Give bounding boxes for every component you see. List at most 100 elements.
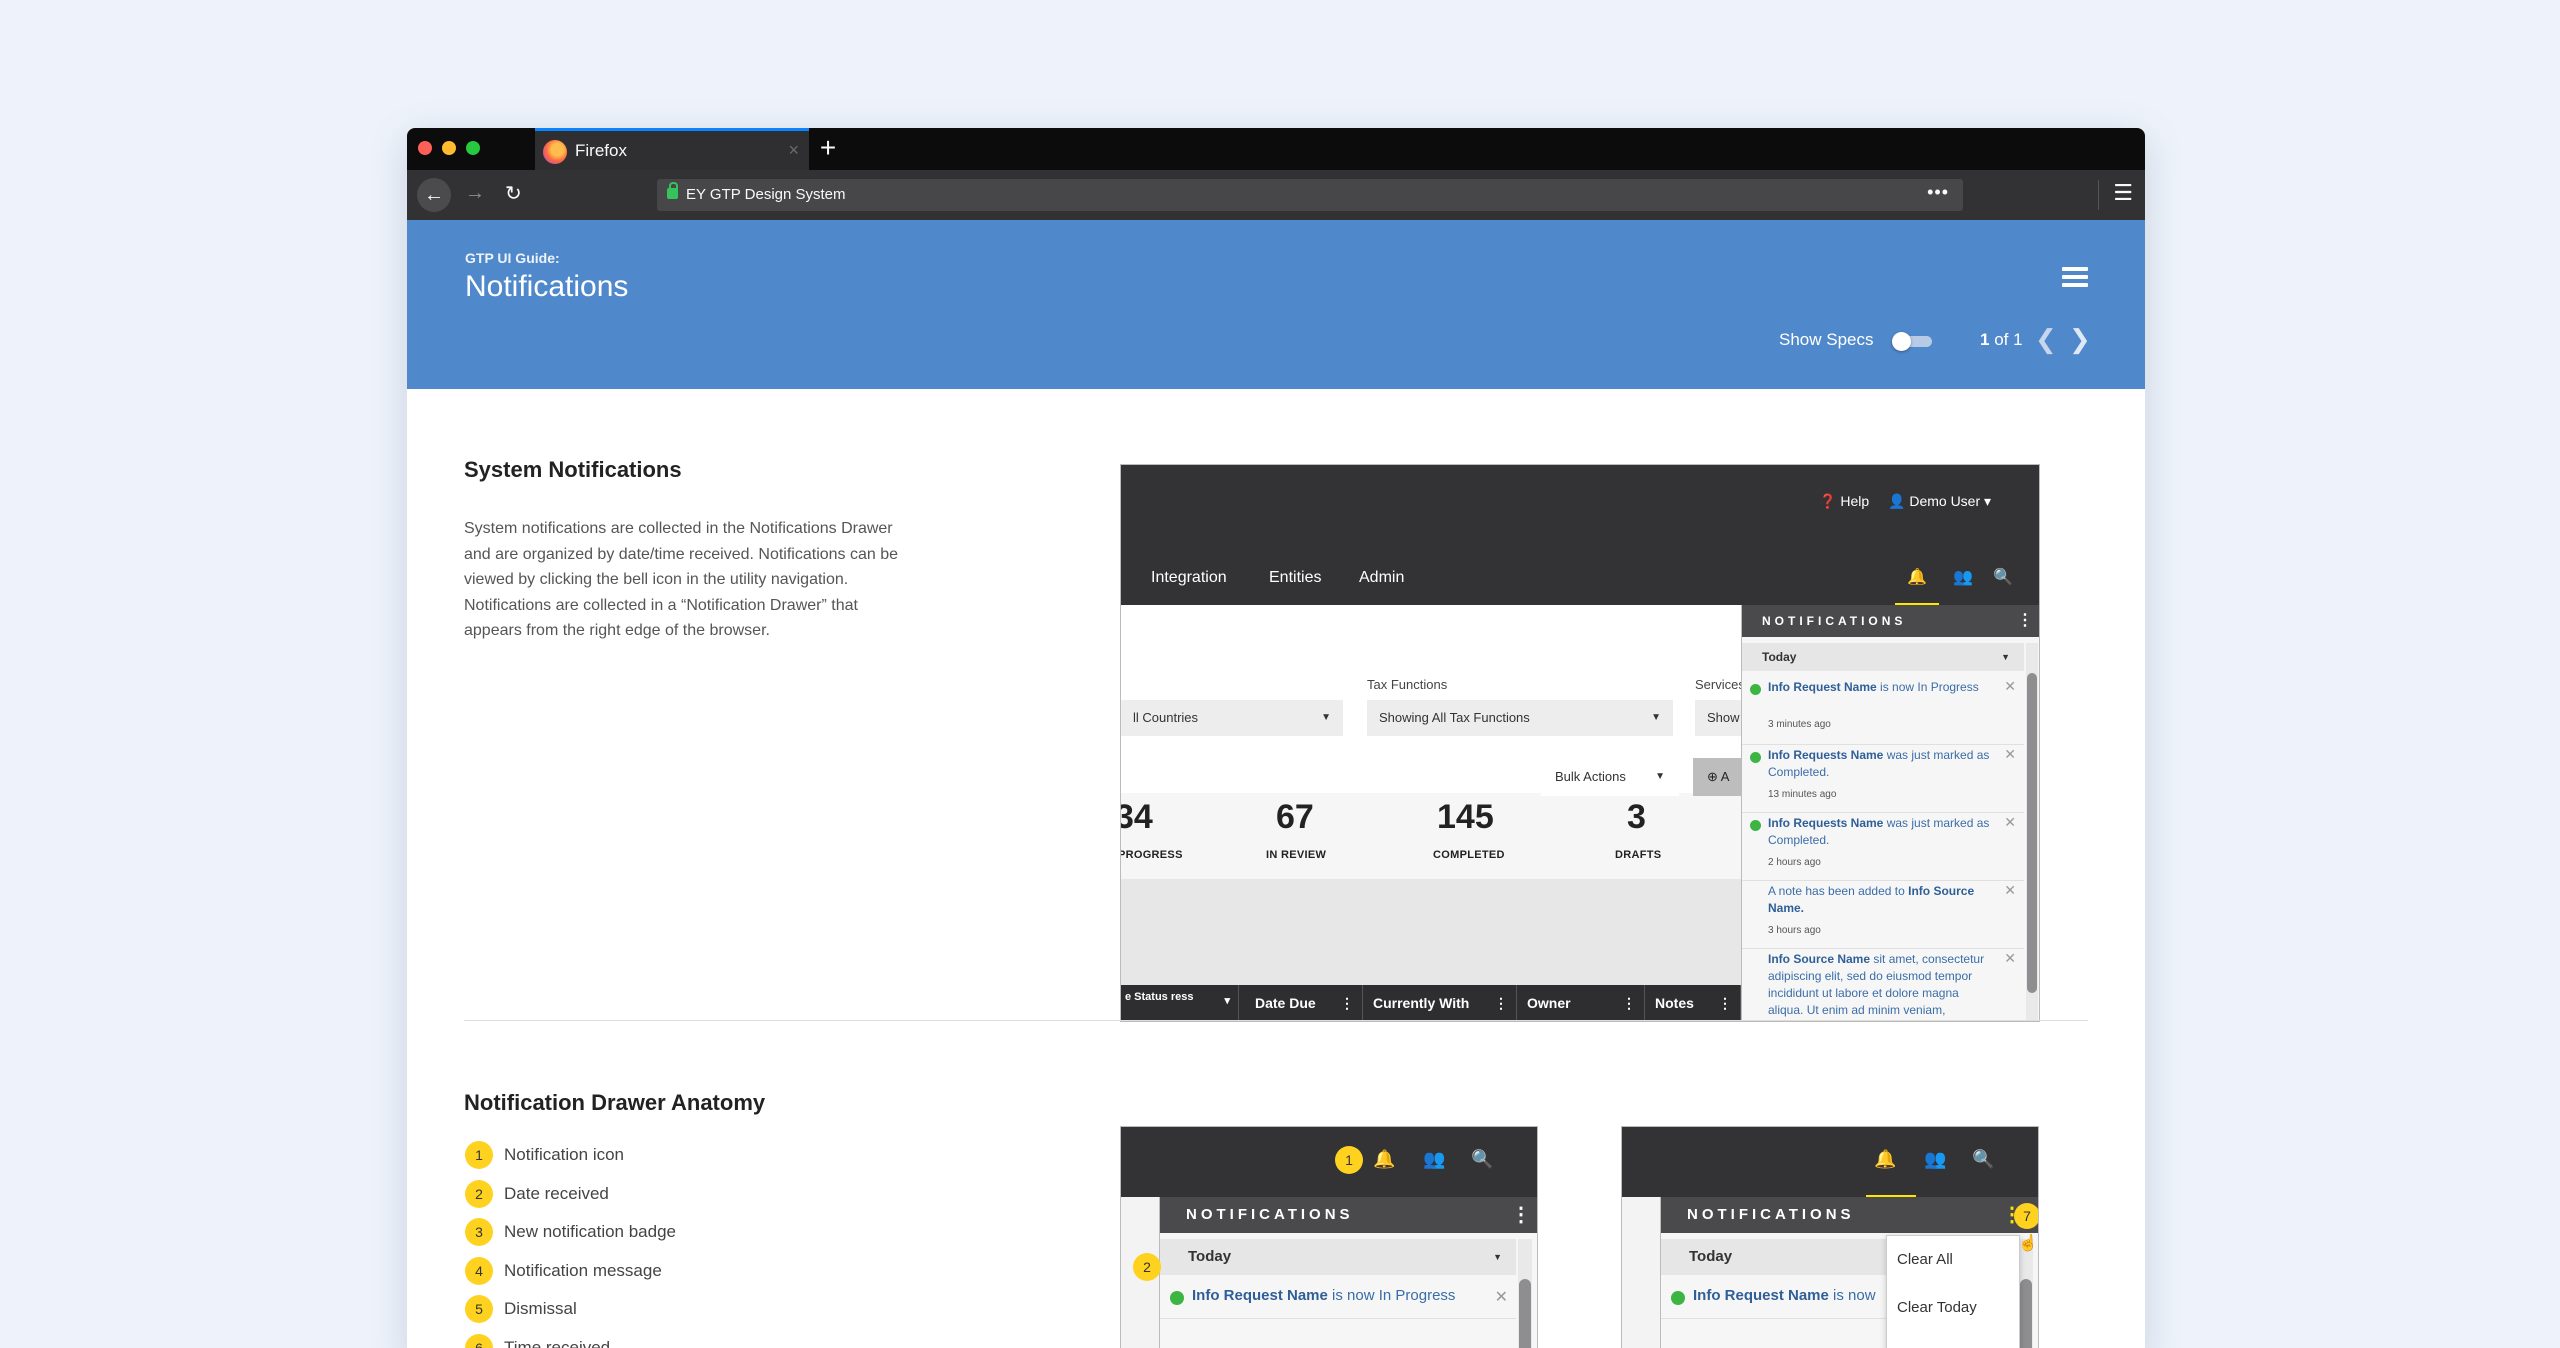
reload-button[interactable]: ↻ [505,181,522,206]
browser-menu-icon[interactable]: ☰ [2113,180,2133,206]
search-icon: 🔍 [1471,1149,1494,1169]
mock-help-link: ❓ Help [1819,493,1870,509]
anatomy-badge: 1 [1335,1146,1363,1174]
kebab-menu-icon: ⋮ [2017,612,2033,629]
bulk-actions-select: Bulk Actions ▼ [1541,758,1679,796]
browser-window: Firefox × + ← → ↻ EY GTP Design System •… [407,128,2145,1348]
notification-item: A note has been added to Info Source Nam… [1742,881,2024,949]
drawer-scrollbar [2026,643,2038,1021]
team-icon: 👥 [1924,1149,1947,1169]
page-header: GTP UI Guide: Notifications Show Specs 1… [407,220,2145,389]
forward-button[interactable]: → [465,182,485,205]
firefox-icon [543,140,567,164]
toolbar-separator [2098,180,2099,210]
team-icon: 👥 [1423,1149,1446,1169]
page-actions-icon[interactable]: ••• [1927,182,1949,203]
anatomy-badge: 2 [1133,1253,1161,1281]
url-text: EY GTP Design System [686,186,846,203]
new-tab-button[interactable]: + [811,132,845,166]
mock-nav-entities: Entities [1269,569,1322,586]
dismiss-icon: ✕ [2004,746,2016,762]
browser-tab[interactable]: Firefox × [535,128,809,170]
dismiss-icon: ✕ [2004,814,2016,830]
stat-in-review-label: IN REVIEW [1266,849,1327,861]
dismiss-icon: ✕ [2004,950,2016,966]
legend-item: 4 Notification message [465,1256,676,1296]
section-divider [464,1020,2088,1021]
mock-user-menu: 👤 Demo User ▾ [1888,493,1992,509]
system-notifications-description: System notifications are collected in th… [464,520,899,639]
dismiss-icon: ✕ [2004,882,2016,898]
status-dot [1671,1291,1685,1305]
close-window-button[interactable] [418,141,432,155]
next-page-icon[interactable]: ❯ [2069,324,2091,355]
bell-icon: 🔔 [1874,1149,1897,1169]
previous-page-icon[interactable]: ❮ [2035,324,2057,355]
page-title: Notifications [465,270,629,303]
legend-item: 2 Date received [465,1179,676,1219]
team-icon: 👥 [1953,569,1973,586]
notification-item: Info Requests Name was just marked as Co… [1742,813,2024,881]
notification-item: Info Requests Name was just marked as Co… [1742,745,2024,813]
url-bar[interactable]: EY GTP Design System ••• [657,179,1963,211]
tab-close-icon[interactable]: × [788,140,799,161]
stat-completed-number: 145 [1437,798,1494,836]
col-currently-with: Currently With ⋮ [1363,985,1517,1021]
minimize-window-button[interactable] [442,141,456,155]
navigation-bar: ← → ↻ EY GTP Design System ••• ☰ [407,170,2145,220]
stat-in-review-number: 67 [1276,798,1314,836]
search-icon: 🔍 [1993,569,2013,586]
legend-item: 3 New notification badge [465,1218,676,1257]
page-counter: 1 of 1 [1980,330,2023,349]
status-dot [1170,1291,1184,1305]
status-dot [1750,752,1761,763]
hamburger-menu-icon[interactable] [2062,267,2088,289]
drawer-header: NOTIFICATIONS ⋮ [1742,605,2039,637]
system-notifications-title: System Notifications [464,457,682,482]
clear-today-option: Clear Today [1897,1299,1977,1316]
lock-icon [667,182,678,199]
notification-item: Info Request Name is now In Progress 3 m… [1742,677,2024,745]
kebab-menu-icon: ⋮ [1511,1204,1531,1226]
bell-icon: 🔔 [1373,1149,1396,1169]
search-icon: 🔍 [1972,1149,1995,1169]
anatomy-title: Notification Drawer Anatomy [464,1090,766,1115]
anatomy-legend: 1 Notification icon 2 Date received 3 New n… [465,1141,676,1348]
tax-functions-label: Tax Functions [1367,677,1448,692]
legend-item: 5 Dismissal [465,1295,676,1334]
mock-nav-admin: Admin [1359,569,1405,586]
countries-select: ll Countries ▼ [1121,700,1343,736]
mock-top-bar [1121,465,2039,605]
cursor-icon: ☝ [2018,1235,2038,1252]
col-owner: Owner ⋮ [1517,985,1645,1021]
dismiss-icon: ✕ [2004,678,2016,694]
show-specs-toggle[interactable] [1892,332,1932,351]
anatomy-example-1: 1 🔔 👥 🔍 NOTIFICATIONS ⋮ Today ▼ Info Reque… [1120,1126,1538,1348]
notification-item: Info Source Name sit amet, consectetur a… [1768,950,2016,1017]
tab-title: Firefox [575,141,627,160]
notifications-drawer: NOTIFICATIONS ⋮ Today ▼ Info Request Name … [1159,1197,1537,1348]
services-label: Services [1695,677,1745,692]
tab-strip: Firefox × + [407,128,2145,170]
back-button[interactable]: ← [417,178,451,212]
dismiss-icon: ✕ [1494,1289,1508,1306]
bell-icon: 🔔 [1907,569,1927,586]
stat-in-progress-label: IN PROGRESS [1120,849,1183,861]
anatomy-badge: 7 [2014,1203,2038,1229]
maximize-window-button[interactable] [466,141,480,155]
col-notes: Notes ⋮ [1645,985,1741,1021]
clear-all-option: Clear All [1897,1251,1953,1268]
status-dot [1750,820,1761,831]
stat-drafts-number: 3 [1627,798,1646,836]
mock-nav-integration: Integration [1151,569,1227,586]
status-dot [1750,684,1761,695]
legend-item: 1 Notification icon [465,1141,676,1180]
anatomy-example-2: 🔔 👥 🔍 NOTIFICATIONS ⋮ Today Info Request … [1621,1126,2039,1348]
show-specs-label: Show Specs [1779,330,1874,349]
stat-completed-label: COMPLETED [1433,849,1505,861]
date-group-today: Today ▼ [1742,643,2024,671]
mock-dashboard: Tax Functions Services ll Countries ▼ Sho… [1120,605,1755,1021]
col-status: e Status ress ▾ [1121,985,1239,1021]
guide-label: GTP UI Guide: [465,250,560,266]
stat-in-progress-number: 34 [1121,798,1153,836]
